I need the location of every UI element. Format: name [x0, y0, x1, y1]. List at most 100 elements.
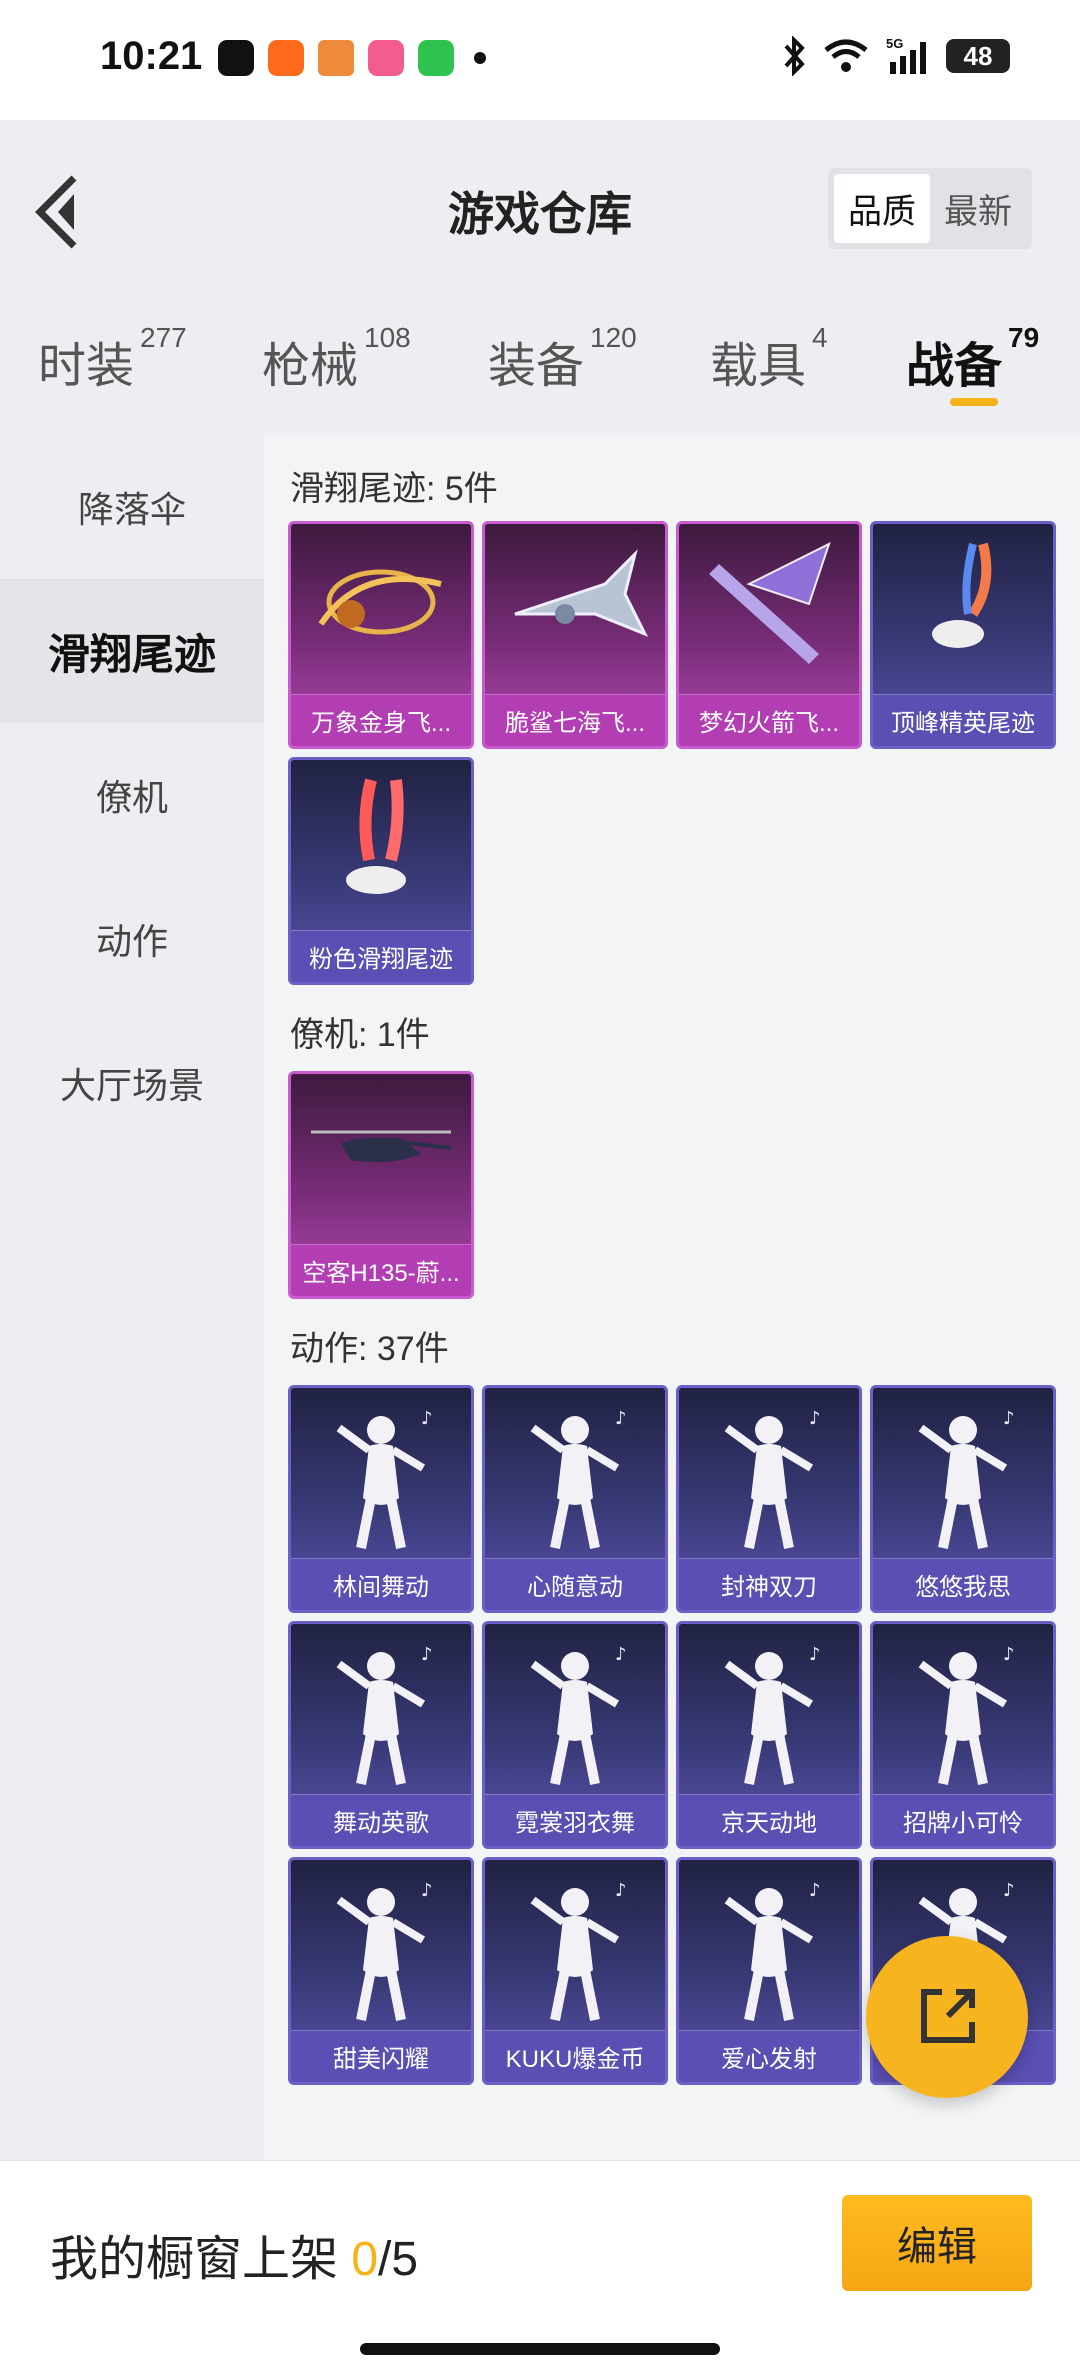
- item-card[interactable]: 粉色滑翔尾迹: [288, 757, 474, 985]
- item-card[interactable]: ♪ 霓裳羽衣舞: [482, 1621, 668, 1849]
- item-name: 招牌小可怜: [873, 1794, 1053, 1846]
- item-card[interactable]: ♪ 舞动英歌: [288, 1621, 474, 1849]
- tab-vehicles[interactable]: 载具4: [710, 322, 828, 396]
- item-name: 甜美闪耀: [291, 2030, 471, 2082]
- sidebar-item-emote[interactable]: 动作: [0, 867, 264, 1011]
- item-name: 舞动英歌: [291, 1794, 471, 1846]
- dancer-figure-art: ♪: [724, 1880, 821, 2021]
- back-arrow-icon[interactable]: [30, 170, 90, 250]
- dancer-figure-art: ♪: [336, 1408, 433, 1549]
- sidebar-item-lobby-scene[interactable]: 大厅场景: [0, 1011, 264, 1155]
- bottom-bar: 我的橱窗上架 0/5 编辑: [0, 2160, 1080, 2374]
- sort-quality-button[interactable]: 品质: [834, 174, 930, 243]
- item-card[interactable]: ♪ 封神双刀: [676, 1385, 862, 1613]
- item-name: KUKU爆金币: [485, 2030, 665, 2082]
- svg-text:♪: ♪: [615, 1880, 627, 1901]
- shark-glider-art: [514, 549, 649, 637]
- dancer-figure-art: ♪: [724, 1644, 821, 1785]
- pink-trail-art: [346, 778, 406, 894]
- item-card[interactable]: ♪ 京天动地: [676, 1621, 862, 1849]
- item-name: 霓裳羽衣舞: [485, 1794, 665, 1846]
- item-name: 空客H135-蔚...: [291, 1244, 471, 1296]
- item-name: 万象金身飞...: [291, 694, 471, 746]
- wifi-icon: [824, 39, 868, 72]
- dancer-figure-art: ♪: [530, 1408, 627, 1549]
- svg-text:♪: ♪: [809, 1408, 821, 1429]
- sidebar-item-parachute[interactable]: 降落伞: [0, 435, 264, 579]
- active-tab-indicator: [950, 398, 998, 406]
- sidebar-item-wingman[interactable]: 僚机: [0, 723, 264, 867]
- svg-text:♪: ♪: [421, 1880, 433, 1901]
- item-card[interactable]: ♪ 爱心发射: [676, 1857, 862, 2085]
- sort-toggle[interactable]: 品质 最新: [828, 168, 1032, 249]
- item-name: 粉色滑翔尾迹: [291, 930, 471, 982]
- home-indicator: [360, 2343, 720, 2355]
- share-external-icon: [921, 1989, 975, 2043]
- elite-trail-art: [932, 542, 992, 648]
- item-name: 脆鲨七海飞...: [485, 694, 665, 746]
- svg-text:♪: ♪: [421, 1644, 433, 1665]
- item-name: 封神双刀: [679, 1558, 859, 1610]
- bluetooth-icon: [784, 36, 805, 76]
- item-card[interactable]: ♪ 甜美闪耀: [288, 1857, 474, 2085]
- share-fab[interactable]: [866, 1936, 1028, 2098]
- status-right: 5G 48: [782, 36, 1010, 76]
- tab-fashion[interactable]: 时装277: [38, 322, 187, 396]
- sidebar-item-glide-trail[interactable]: 滑翔尾迹: [0, 579, 264, 723]
- helicopter-art: [311, 1130, 452, 1162]
- item-card[interactable]: 梦幻火箭飞...: [676, 521, 862, 749]
- section-title-glide-trail: 滑翔尾迹: 5件: [290, 470, 498, 508]
- item-card[interactable]: ♪ 招牌小可怜: [870, 1621, 1056, 1849]
- svg-text:♪: ♪: [809, 1644, 821, 1665]
- dancer-figure-art: ♪: [530, 1644, 627, 1785]
- kuaishou-icon: [268, 40, 304, 76]
- svg-text:♪: ♪: [421, 1408, 433, 1429]
- item-name: 顶峰精英尾迹: [873, 694, 1053, 746]
- dancer-figure-art: ♪: [336, 1644, 433, 1785]
- shopping-icon: [418, 40, 454, 76]
- category-tabs: 时装277 枪械108 装备120 载具4 战备79: [0, 290, 1080, 435]
- tiktok-icon: [218, 40, 254, 76]
- item-name: 悠悠我思: [873, 1558, 1053, 1610]
- rocket-glider-art: [709, 542, 831, 664]
- sub-category-sidebar: 降落伞 滑翔尾迹 僚机 动作 大厅场景: [0, 435, 264, 2160]
- svg-text:♪: ♪: [809, 1880, 821, 1901]
- battery-indicator: 48: [946, 39, 1010, 73]
- item-card[interactable]: 空客H135-蔚...: [288, 1071, 474, 1299]
- game-icon: [318, 40, 354, 76]
- status-time: 10:21: [100, 34, 203, 78]
- svg-text:♪: ♪: [1003, 1644, 1015, 1665]
- svg-text:♪: ♪: [615, 1644, 627, 1665]
- item-card[interactable]: 顶峰精英尾迹: [870, 521, 1056, 749]
- item-card[interactable]: 脆鲨七海飞...: [482, 521, 668, 749]
- signal-icon: 5G: [886, 36, 926, 74]
- edit-button[interactable]: 编辑: [842, 2195, 1032, 2291]
- svg-text:♪: ♪: [615, 1408, 627, 1429]
- dancer-figure-art: ♪: [918, 1644, 1015, 1785]
- section-title-wingman: 僚机: 1件: [290, 1016, 430, 1054]
- item-card[interactable]: ♪ KUKU爆金币: [482, 1857, 668, 2085]
- item-list[interactable]: 滑翔尾迹: 5件 万象金身飞... 脆鲨七海飞... 梦幻火箭飞... 顶峰精英…: [264, 435, 1080, 2160]
- item-card[interactable]: ♪ 心随意动: [482, 1385, 668, 1613]
- item-name: 京天动地: [679, 1794, 859, 1846]
- dancer-figure-art: ♪: [530, 1880, 627, 2021]
- tab-guns[interactable]: 枪械108: [262, 322, 411, 396]
- svg-text:♪: ♪: [1003, 1880, 1015, 1901]
- wingman-grid: 空客H135-蔚...: [264, 1071, 1080, 1299]
- sort-latest-button[interactable]: 最新: [930, 174, 1026, 243]
- item-card[interactable]: 万象金身飞...: [288, 521, 474, 749]
- item-card[interactable]: ♪ 林间舞动: [288, 1385, 474, 1613]
- dancer-figure-art: ♪: [724, 1408, 821, 1549]
- dancer-figure-art: ♪: [918, 1408, 1015, 1549]
- more-dot-icon: [474, 52, 486, 64]
- item-name: 梦幻火箭飞...: [679, 694, 859, 746]
- glide-trail-grid: 万象金身飞... 脆鲨七海飞... 梦幻火箭飞... 顶峰精英尾迹 粉色滑翔尾迹: [264, 521, 1080, 985]
- tab-battle-gear[interactable]: 战备79: [906, 322, 1039, 396]
- svg-text:♪: ♪: [1003, 1408, 1015, 1429]
- bilibili-icon: [368, 40, 404, 76]
- page-header: 游戏仓库 品质 最新: [0, 120, 1080, 290]
- item-card[interactable]: ♪ 悠悠我思: [870, 1385, 1056, 1613]
- section-title-emote: 动作: 37件: [290, 1330, 449, 1368]
- svg-text:5G: 5G: [886, 36, 903, 51]
- tab-equipment[interactable]: 装备120: [488, 322, 637, 396]
